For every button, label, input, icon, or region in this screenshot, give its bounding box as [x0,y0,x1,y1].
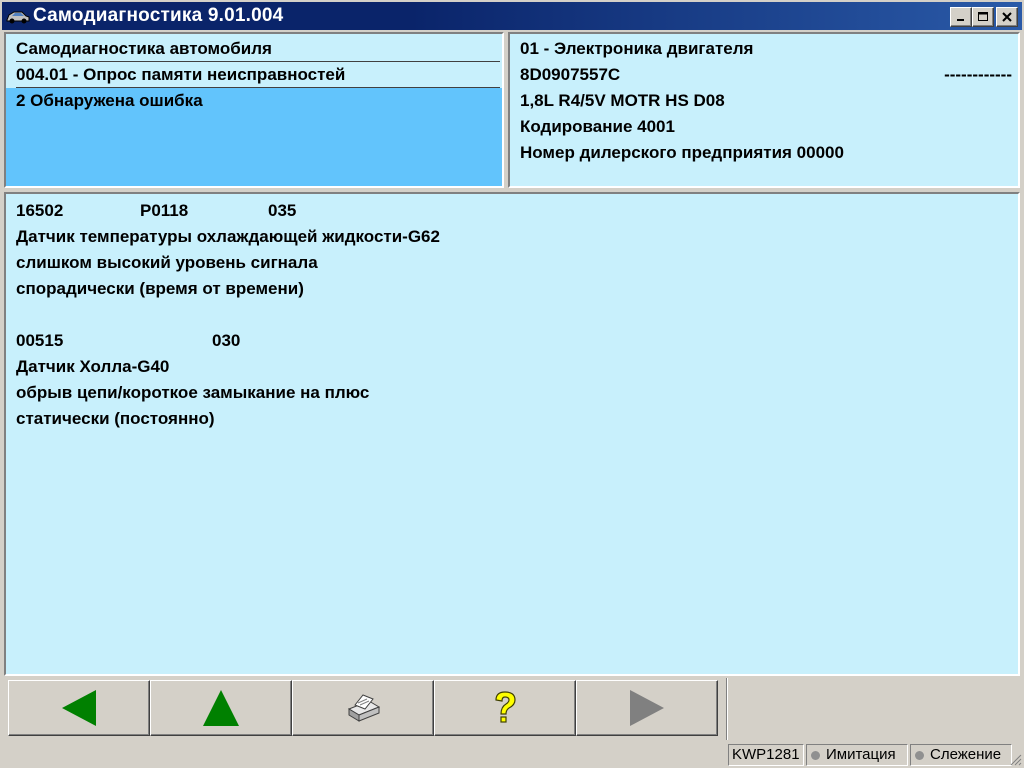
obd-code: P0118 [140,201,189,220]
arrow-up-icon [203,690,239,726]
toolbar-separator [726,678,728,740]
protocol-status: KWP1281 [728,744,804,766]
minimize-icon [957,19,964,21]
coding-value: Кодирование 4001 [520,117,675,136]
arrow-left-icon [62,690,96,726]
fault-count-label: 2 Обнаружена ошибка [16,91,203,110]
up-button[interactable] [150,680,292,736]
fault-code: 00515 [16,331,64,350]
fault-mode: спорадически (время от времени) [16,279,304,298]
protocol-label: KWP1281 [732,746,800,763]
dealer-number: Номер дилерского предприятия 00000 [520,143,844,162]
fault-status: 035 [268,201,297,220]
tracking-status: Слежение [910,744,1012,766]
fault-code-line: 16502 P0118 035 [16,198,440,224]
control-unit-name: 01 - Электроника двигателя [520,39,754,58]
help-button[interactable] [434,680,576,736]
simulation-indicator-icon [811,750,820,760]
engine-description: 1,8L R4/5V MOTR HS D08 [520,91,725,110]
maximize-button[interactable] [972,7,994,27]
arrow-right-icon [630,690,664,726]
control-unit-panel: 01 - Электроника двигателя 8D0907557C --… [508,32,1020,188]
window-title: Самодиагностика 9.01.004 [33,5,284,26]
forward-button[interactable] [576,680,718,736]
application-window: Самодиагностика 9.01.004 Самодиагностика… [0,0,1024,768]
tracking-label: Слежение [930,746,1002,763]
diagnostic-function-panel: Самодиагностика автомобиля 004.01 - Опро… [4,32,504,188]
printer-icon [347,694,381,722]
fault-code-line: 00515 030 [16,328,369,354]
fault-count-row[interactable]: 2 Обнаружена ошибка [6,88,502,186]
fault-detail: обрыв цепи/короткое замыкание на плюс [16,383,370,402]
car-icon [6,11,30,24]
navigation-toolbar [4,678,1020,740]
close-button[interactable] [996,7,1018,27]
fault-code: 16502 [16,201,64,220]
minimize-button[interactable] [950,7,972,27]
help-icon [495,691,516,723]
function-title: Самодиагностика автомобиля [16,36,500,62]
fault-entry: 00515 030 Датчик Холла-G40 обрыв цепи/ко… [16,328,369,432]
resize-grip-icon[interactable] [1010,754,1022,766]
status-bar: KWP1281 Имитация Слежение [0,742,1024,768]
function-subtitle: 004.01 - Опрос памяти неисправностей [16,62,500,88]
back-button[interactable] [8,680,150,736]
part-number: 8D0907557C [520,65,621,84]
component-placeholder: ------------ [944,65,1012,84]
fault-entry: 16502 P0118 035 Датчик температуры охлаж… [16,198,440,302]
fault-detail: слишком высокий уровень сигнала [16,253,318,272]
fault-list-panel[interactable]: 16502 P0118 035 Датчик температуры охлаж… [4,192,1020,676]
simulation-label: Имитация [826,746,896,763]
print-button[interactable] [292,680,434,736]
title-bar[interactable]: Самодиагностика 9.01.004 [2,2,1022,30]
fault-mode: статически (постоянно) [16,409,215,428]
fault-description: Датчик Холла-G40 [16,357,170,376]
fault-status: 030 [212,331,241,350]
simulation-status: Имитация [806,744,908,766]
tracking-indicator-icon [915,750,924,760]
maximize-icon [977,12,988,21]
close-icon [1002,12,1012,22]
fault-description: Датчик температуры охлаждающей жидкости-… [16,227,440,246]
